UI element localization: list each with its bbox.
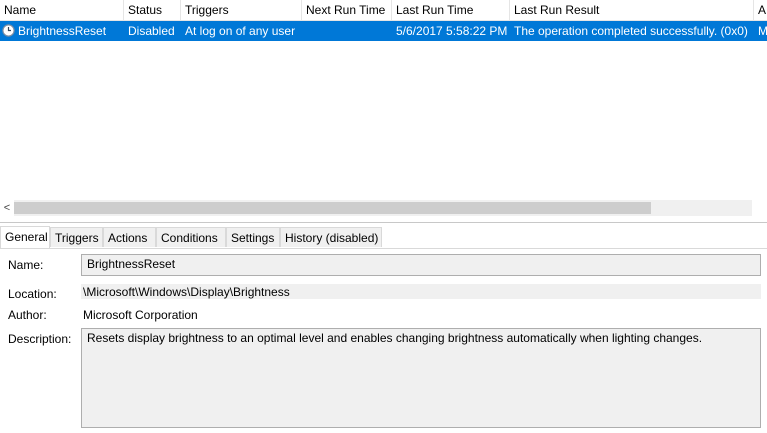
location-label: Location: (8, 287, 57, 301)
task-last-run-time-cell: 5/6/2017 5:58:22 PM (396, 24, 508, 38)
description-field[interactable]: Resets display brightness to an optimal … (81, 328, 761, 428)
column-header-author[interactable]: A (754, 0, 767, 20)
column-header-last-run-result[interactable]: Last Run Result (510, 0, 754, 20)
task-triggers-cell: At log on of any user (185, 24, 296, 38)
column-header-status[interactable]: Status (124, 0, 181, 20)
tab-triggers[interactable]: Triggers (50, 227, 103, 247)
name-label: Name: (8, 258, 44, 272)
tab-general[interactable]: General (0, 226, 50, 248)
location-value: \Microsoft\Windows\Display\Brightness (83, 285, 290, 299)
pane-splitter[interactable] (0, 222, 767, 223)
task-list-header: Name Status Triggers Next Run Time Last … (0, 0, 767, 21)
column-header-triggers[interactable]: Triggers (181, 0, 302, 20)
author-value: Microsoft Corporation (83, 308, 198, 322)
tab-settings[interactable]: Settings (226, 227, 280, 247)
task-status-cell: Disabled (128, 24, 175, 38)
task-row-selected[interactable]: BrightnessReset Disabled At log on of an… (0, 21, 767, 41)
task-last-run-result-cell: The operation completed successfully. (0… (514, 24, 748, 38)
task-name-cell: BrightnessReset (18, 24, 107, 38)
tab-actions[interactable]: Actions (103, 227, 156, 247)
column-header-next-run-time[interactable]: Next Run Time (302, 0, 392, 20)
author-label: Author: (8, 308, 47, 322)
description-label: Description: (8, 332, 72, 346)
name-field[interactable]: BrightnessReset (81, 254, 761, 276)
task-next-run-cell (302, 21, 392, 41)
scroll-left-arrow-icon[interactable]: < (0, 200, 14, 216)
tab-conditions[interactable]: Conditions (156, 227, 226, 247)
column-header-name[interactable]: Name (0, 0, 124, 20)
column-header-last-run-time[interactable]: Last Run Time (392, 0, 510, 20)
tab-history[interactable]: History (disabled) (280, 227, 382, 247)
task-author-cell: M (758, 24, 767, 38)
horizontal-scrollbar[interactable]: < (0, 200, 767, 216)
scroll-thumb[interactable] (14, 202, 651, 214)
detail-tabs: General Triggers Actions Conditions Sett… (0, 226, 767, 249)
